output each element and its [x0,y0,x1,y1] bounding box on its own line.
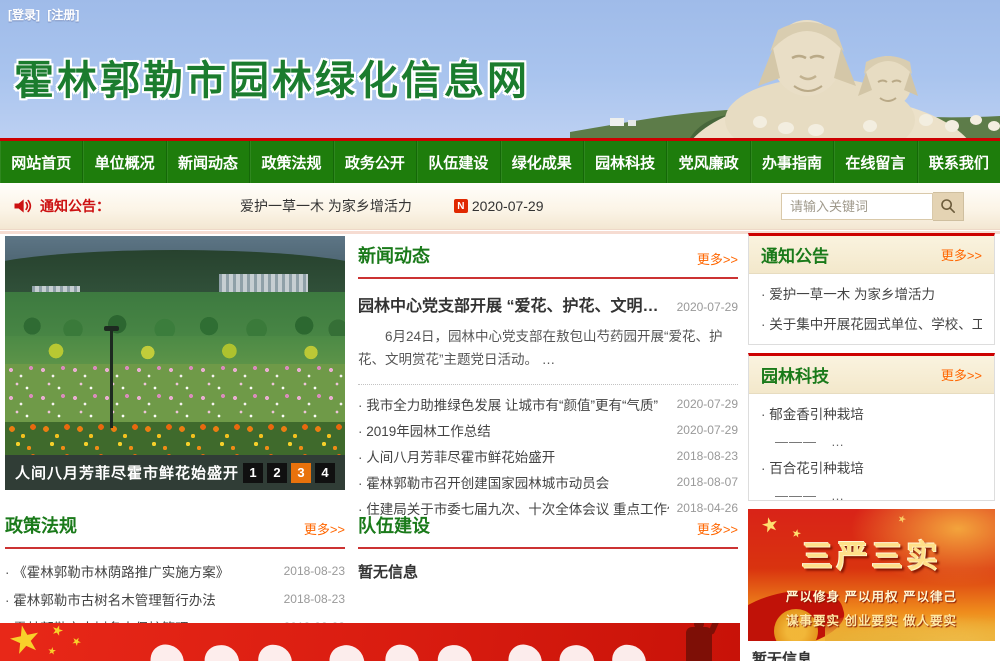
register-link[interactable]: [注册] [47,8,79,22]
carousel-page[interactable]: 2 [267,463,287,483]
calligraphy-decoration [256,643,293,661]
nav-item[interactable]: 园林科技 [584,141,667,183]
divider [358,277,738,279]
tech-item-title[interactable]: 郁金香引种栽培 [761,400,982,430]
nav-item[interactable]: 单位概况 [83,141,166,183]
nav-item[interactable]: 党风廉政 [667,141,750,183]
search-icon [940,198,956,214]
divider [358,384,738,385]
main-nav: 网站首页单位概况新闻动态政策法规政务公开队伍建设绿化成果园林科技党风廉政办事指南… [0,138,1000,183]
notices-box: 通知公告 更多>> 爱护一草一木 为家乡增活力关于集中开展花园式单位、学校、工厂… [748,233,995,345]
news-more-link[interactable]: 更多>> [697,249,738,268]
calligraphy-decoration [146,641,187,661]
news-list-item[interactable]: 我市全力助推绿色发展 让城市有“颜值”更有“气质” 2020-07-29 [358,391,738,417]
policy-list-item[interactable]: 霍林郭勒市古树名木管理暂行办法 2018-08-23 [5,585,345,613]
notice-date: 2020-07-29 [472,198,544,214]
news-carousel[interactable]: 人间八月芳菲尽霍市鲜花始盛开 1234 [5,236,345,490]
news-section: 新闻动态 更多>> 园林中心党支部开展 “爱花、护花、文明… 2020-07-2… [358,242,738,521]
policy-section-title: 政策法规 [5,512,77,538]
nav-item[interactable]: 在线留言 [834,141,917,183]
notice-link[interactable]: 爱护一草一木 为家乡增活力 [240,196,412,216]
notice-label: 通知公告： [40,196,110,216]
tech-item-summary: ——— … [761,484,982,501]
site-title: 霍林郭勒市园林绿化信息网 [14,48,530,106]
nav-item[interactable]: 网站首页 [0,141,83,183]
tech-list-item: 郁金香引种栽培 ——— … [761,400,982,454]
banner-line2: 谋事要实 创业要实 做人要实 [748,610,995,629]
carousel-caption[interactable]: 人间八月芳菲尽霍市鲜花始盛开 [15,462,243,483]
calligraphy-decoration [382,642,421,661]
bottom-propaganda-banner[interactable] [0,623,740,661]
carousel-page[interactable]: 3 [291,463,311,483]
speaker-icon [12,196,32,216]
tech-list-item: 百合花引种栽培 ——— … [761,454,982,501]
news-list-item[interactable]: 人间八月芳菲尽霍市鲜花始盛开 2018-08-23 [358,443,738,469]
carousel-caption-bar: 人间八月芳菲尽霍市鲜花始盛开 1234 [5,455,345,490]
page: [登录] [注册] [0,0,1000,661]
soldier-statue-decoration [686,627,712,661]
three-stricts-banner[interactable]: 三严三实 严以修身 严以用权 严以律己 谋事要实 创业要实 做人要实 [748,509,995,641]
new-badge-icon: N [454,199,468,213]
star-icon [51,624,65,638]
featured-news-title[interactable]: 园林中心党支部开展 “爱花、护花、文明… [358,292,658,316]
divider [358,547,738,549]
banner-line1: 严以修身 严以用权 严以律己 [748,586,995,605]
news-list-item[interactable]: 霍林郭勒市召开创建国家园林城市动员会 2018-08-07 [358,469,738,495]
nav-item[interactable]: 政策法规 [250,141,333,183]
search-button[interactable] [933,192,964,221]
search-bar [781,192,964,221]
carousel-page[interactable]: 1 [243,463,263,483]
team-empty-message: 暂无信息 [358,561,738,582]
nav-item[interactable]: 绿化成果 [501,141,584,183]
notices-more-link[interactable]: 更多>> [941,245,982,264]
policy-section: 政策法规 更多>> 《霍林郭勒市林荫路推广实施方案》 2018-08-23 霍林… [5,512,345,641]
calligraphy-decoration [202,642,241,661]
login-link[interactable]: [登录] [8,8,40,22]
news-section-title: 新闻动态 [358,242,430,268]
star-icon [897,514,907,524]
carousel-image-flower-park [5,236,345,455]
carousel-pager: 1234 [243,463,335,483]
notice-bar: 通知公告： 爱护一草一木 为家乡增活力 N 2020-07-29 [0,183,1000,230]
featured-news-summary: 6月24日，园林中心党支部在敖包山芍药园开展“爱花、护花、文明赏花”主题党日活动… [358,326,738,372]
tech-item-title[interactable]: 百合花引种栽培 [761,454,982,484]
garden-tech-box: 园林科技 更多>> 郁金香引种栽培 ——— … 百合花引种栽培 ——— … [748,353,995,501]
tech-box-title: 园林科技 [761,362,829,387]
star-icon [47,646,56,655]
team-section-title: 队伍建设 [358,512,430,538]
nav-item[interactable]: 办事指南 [751,141,834,183]
banner-title: 三严三实 [748,531,995,576]
sidebar: 通知公告 更多>> 爱护一草一木 为家乡增活力关于集中开展花园式单位、学校、工厂… [748,233,995,661]
team-more-link[interactable]: 更多>> [697,519,738,538]
notices-box-title: 通知公告 [761,242,829,267]
calligraphy-decoration [611,644,648,661]
notice-list-item[interactable]: 爱护一草一木 为家乡增活力 [761,280,982,310]
sidebar-empty-message: 暂无信息 [748,648,995,661]
calligraphy-decoration [557,642,597,661]
divider [5,547,345,549]
site-header: [登录] [注册] [0,0,1000,138]
nav-item[interactable]: 新闻动态 [167,141,250,183]
calligraphy-decoration [436,643,473,661]
nav-item[interactable]: 政务公开 [334,141,417,183]
search-input[interactable] [781,193,933,220]
auth-links: [登录] [注册] [8,6,83,23]
news-list-item[interactable]: 2019年园林工作总结 2020-07-29 [358,417,738,443]
notice-list-item[interactable]: 关于集中开展花园式单位、学校、工厂… [761,310,982,340]
carousel-page[interactable]: 4 [315,463,335,483]
genghis-khan-statue-image [570,0,1000,138]
nav-item[interactable]: 队伍建设 [417,141,500,183]
tech-more-link[interactable]: 更多>> [941,365,982,384]
policy-list-item[interactable]: 《霍林郭勒市林荫路推广实施方案》 2018-08-23 [5,557,345,585]
calligraphy-decoration [326,641,367,661]
policy-more-link[interactable]: 更多>> [304,519,345,538]
star-icon [70,635,82,647]
tech-item-summary: ——— … [761,430,982,454]
team-section: 队伍建设 更多>> 暂无信息 [358,512,738,582]
calligraphy-decoration [505,642,545,661]
star-icon [7,623,43,658]
featured-news-date: 2020-07-29 [677,300,738,314]
nav-item[interactable]: 联系我们 [918,141,1000,183]
